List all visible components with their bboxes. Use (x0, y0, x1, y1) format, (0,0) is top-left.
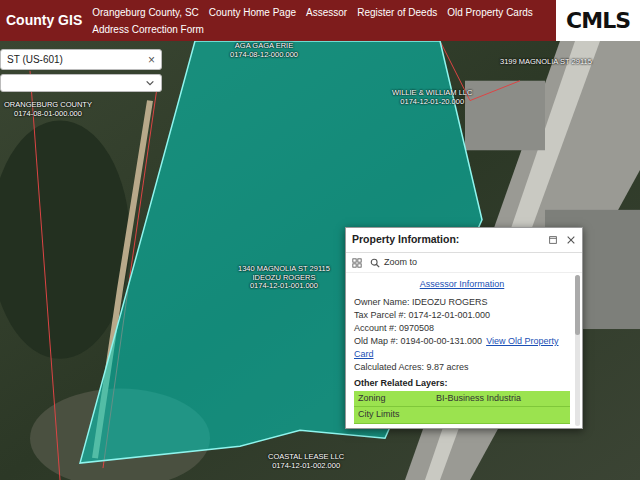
layer-value (432, 414, 440, 416)
info-value: 0174-12-01-001.000 (409, 310, 491, 320)
info-row: Owner Name: IDEOZU ROGERS (354, 296, 570, 309)
header-link[interactable]: Assessor (306, 5, 347, 20)
parcel-label-line: AGA GAGA ERIE (230, 42, 298, 51)
header-link[interactable]: Orangeburg County, SC (92, 5, 199, 20)
info-label: Old Map #: (354, 336, 398, 346)
layer-value: BI-Business Industria (432, 391, 525, 407)
info-label: Calculated Acres: (354, 362, 424, 372)
info-label: Owner Name: (354, 297, 410, 307)
parcel-label-line: 3199 MAGNOLIA ST 29115 (500, 58, 592, 67)
header-links: Orangeburg County, SC County Home Page Ass… (92, 5, 546, 37)
info-value: 0194-00-00-131.000 (401, 336, 483, 346)
cmls-logo: CMLS (556, 0, 640, 41)
layer-row[interactable]: ZoningBI-Business Industria (354, 391, 570, 408)
info-row: Account #: 0970508 (354, 322, 570, 335)
magnifier-icon[interactable] (370, 258, 380, 268)
clear-button[interactable]: × (144, 54, 155, 66)
popup-body: Assessor InformationOwner Name: IDEOZU R… (346, 273, 582, 427)
search-panel: ST (US-601) × (0, 49, 162, 92)
popup-title: Property Information: (352, 232, 459, 248)
parcel-label-line: 0174-12-01-001.000 (238, 282, 330, 291)
parcel-label: 1340 MAGNOLIA ST 29115IDEOZU ROGERS0174-… (238, 265, 330, 291)
info-label: Tax Parcel #: (354, 310, 406, 320)
search-value[interactable]: ST (US-601) (7, 52, 63, 67)
related-layers-title: Other Related Layers: (354, 377, 570, 391)
window-controls (548, 235, 576, 245)
info-row: Calculated Acres: 9.87 acres (354, 361, 570, 374)
info-row: Tax Parcel #: 0174-12-01-001.000 (354, 309, 570, 322)
parcel-label: ORANGEBURG COUNTY0174-08-01-000.000 (4, 101, 92, 118)
header-link[interactable]: Register of Deeds (357, 5, 437, 20)
site-title: County GIS (6, 10, 82, 31)
header-link[interactable]: Address Correction Form (92, 22, 204, 37)
parcel-label: AGA GAGA ERIE0174-08-12-000.000 (230, 42, 298, 59)
gis-app: County GIS Orangeburg County, SC County Ho… (0, 0, 640, 480)
info-value: 0970508 (399, 323, 434, 333)
header-link[interactable]: County Home Page (209, 5, 296, 20)
layer-dropdown[interactable] (0, 74, 162, 92)
parcel-label-line: 1340 MAGNOLIA ST 29115 (238, 265, 330, 274)
info-value: IDEOZU ROGERS (412, 297, 488, 307)
map-view[interactable]: ST (US-601) × AGA GAGA ERIE0174-08-12-000… (0, 41, 640, 480)
parcel-label-line: 0174-08-12-000.000 (230, 51, 298, 60)
zoom-button[interactable]: Zoom to (370, 256, 417, 270)
parcel-label-line: ORANGEBURG COUNTY (4, 101, 92, 110)
popup-scrollbar[interactable] (575, 275, 580, 425)
zoom-label[interactable]: Zoom to (384, 256, 417, 270)
parcel-label: WILLIE & WILLIAM LLC0174-12-01-20.000 (392, 89, 472, 106)
parcel-label-line: COASTAL LEASE LLC (268, 453, 344, 462)
parcel-label: COASTAL LEASE LLC0174-12-01-002.000 (268, 453, 344, 470)
parcel-label-line: 0174-12-01-20.000 (392, 98, 472, 107)
popup-header: Property Information: (346, 228, 582, 253)
assessor-link[interactable]: Assessor Information (354, 276, 570, 296)
parcel-label-line: WILLIE & WILLIAM LLC (392, 89, 472, 98)
grid-icon[interactable] (352, 258, 362, 268)
header-bar: County GIS Orangeburg County, SC County Ho… (0, 0, 640, 41)
property-popup: Property Information: Zoom to Assessor Inf… (345, 227, 583, 429)
parcel-label-line: 0174-08-01-000.000 (4, 110, 92, 119)
chevron-down-icon[interactable] (145, 78, 155, 88)
info-value: 9.87 acres (427, 362, 469, 372)
close-icon[interactable] (566, 235, 576, 245)
search-field[interactable]: ST (US-601) × (0, 49, 162, 70)
popup-toolbar: Zoom to (346, 253, 582, 274)
header-link[interactable]: Old Property Cards (447, 5, 533, 20)
layer-name: City Limits (354, 407, 432, 423)
info-row: Old Map #: 0194-00-00-131.000View Old Pr… (354, 335, 570, 361)
parcel-label-line: 0174-12-01-002.000 (268, 462, 344, 471)
layer-row[interactable]: City Limits (354, 407, 570, 424)
parcel-label-line: IDEOZU ROGERS (238, 274, 330, 283)
restore-icon[interactable] (548, 235, 558, 245)
info-label: Account #: (354, 323, 397, 333)
parcel-label: 3199 MAGNOLIA ST 29115 (500, 58, 592, 67)
layer-name: Zoning (354, 391, 432, 407)
